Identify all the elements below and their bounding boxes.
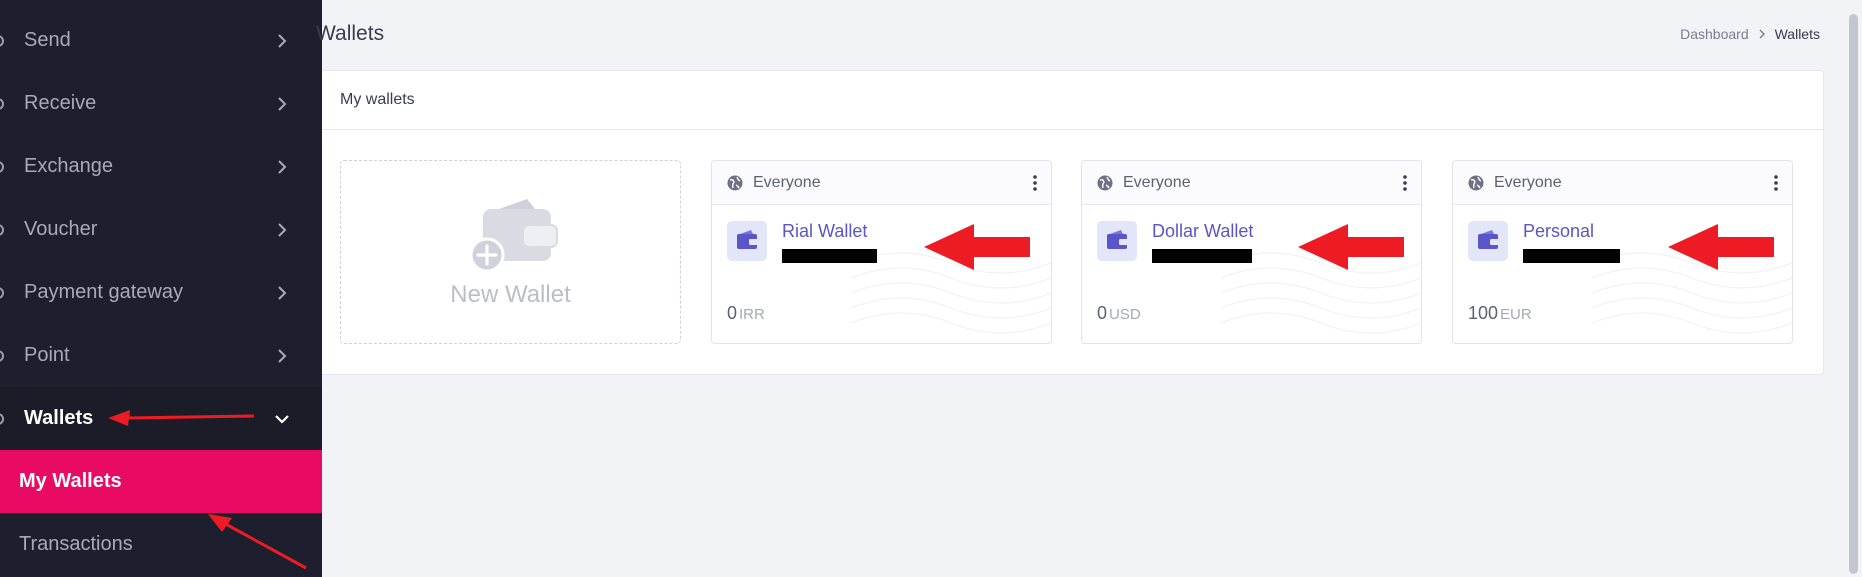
annotation-arrow	[924, 224, 1030, 270]
chevron-right-icon	[278, 222, 287, 237]
new-wallet-button[interactable]: New Wallet	[340, 160, 681, 344]
chevron-down-icon	[275, 414, 289, 424]
annotation-arrow	[1298, 224, 1404, 270]
sidebar-item-label: Voucher	[24, 218, 98, 240]
redacted-wallet-id	[1152, 249, 1252, 263]
point-icon	[0, 349, 4, 362]
chevron-right-icon	[278, 159, 287, 174]
sidebar-item-label: Receive	[24, 92, 97, 114]
sidebar-item-send[interactable]: Send	[0, 9, 322, 72]
wallet-icon	[1097, 221, 1137, 261]
panel-header: My wallets	[322, 71, 1823, 130]
wallet-currency: EUR	[1500, 306, 1532, 323]
wallet-balance: 0 USD	[1097, 303, 1141, 323]
wallet-card-header: Everyone	[1082, 161, 1421, 205]
sidebar-item-label: Point	[24, 344, 70, 366]
more-vertical-icon[interactable]	[1399, 173, 1411, 193]
wallet-balance: 0 IRR	[727, 303, 765, 323]
breadcrumb-dashboard-link[interactable]: Dashboard	[1680, 26, 1749, 42]
receive-icon	[0, 97, 4, 110]
sidebar-item-label: Exchange	[24, 155, 113, 177]
wallet-visibility: Everyone	[753, 174, 821, 191]
redacted-wallet-id	[1523, 249, 1620, 263]
wallet-name-link[interactable]: Rial Wallet	[782, 221, 867, 242]
sidebar: Send Receive Exchange Voucher Payment ga…	[0, 0, 322, 577]
scrollbar-thumb[interactable]	[1849, 14, 1858, 574]
more-vertical-icon[interactable]	[1029, 173, 1041, 193]
globe-icon	[1468, 175, 1484, 191]
sidebar-item-payment-gateway[interactable]: Payment gateway	[0, 261, 322, 324]
wallet-icon	[1468, 221, 1508, 261]
breadcrumb: Dashboard Wallets	[1680, 26, 1820, 42]
annotation-arrow	[208, 514, 307, 570]
wallet-balance: 100 EUR	[1468, 303, 1532, 323]
wallet-card-header: Everyone	[712, 161, 1051, 205]
redacted-wallet-id	[782, 249, 877, 263]
globe-icon	[727, 175, 743, 191]
breadcrumb-current: Wallets	[1774, 26, 1820, 42]
sidebar-subitem-label: My Wallets	[19, 470, 122, 492]
wallet-card-header: Everyone	[1453, 161, 1792, 205]
wallet-currency: USD	[1109, 306, 1141, 323]
chevron-right-icon	[278, 348, 287, 363]
new-wallet-label: New Wallet	[450, 281, 571, 308]
panel-title: My wallets	[340, 91, 415, 108]
annotation-arrow	[108, 410, 255, 426]
wallet-currency: IRR	[739, 306, 765, 323]
globe-icon	[1097, 175, 1113, 191]
chevron-right-icon	[1759, 29, 1765, 39]
chevron-right-icon	[278, 285, 287, 300]
payment-gateway-icon	[0, 286, 4, 299]
annotation-arrow	[1668, 224, 1774, 270]
wallet-visibility: Everyone	[1123, 174, 1191, 191]
page-title: Wallets	[316, 22, 385, 45]
sidebar-item-receive[interactable]: Receive	[0, 72, 322, 135]
chevron-right-icon	[278, 33, 287, 48]
wallet-name-link[interactable]: Dollar Wallet	[1152, 221, 1253, 242]
wallets-icon	[0, 412, 4, 425]
wallet-icon	[727, 221, 767, 261]
sidebar-item-voucher[interactable]: Voucher	[0, 198, 322, 261]
exchange-icon	[0, 160, 4, 173]
sidebar-item-exchange[interactable]: Exchange	[0, 135, 322, 198]
sidebar-subitem-label: Transactions	[19, 533, 133, 555]
voucher-icon	[0, 223, 4, 236]
sidebar-item-label: Payment gateway	[24, 281, 183, 303]
sidebar-item-label: Wallets	[24, 407, 94, 429]
more-vertical-icon[interactable]	[1770, 173, 1782, 193]
scrollbar[interactable]	[1844, 0, 1862, 577]
send-icon	[0, 34, 4, 47]
wallet-name-link[interactable]: Personal	[1523, 221, 1594, 242]
wallet-add-icon	[469, 199, 558, 271]
wallet-visibility: Everyone	[1494, 174, 1562, 191]
sidebar-subitem-my-wallets[interactable]: My Wallets	[0, 450, 322, 513]
chevron-right-icon	[278, 96, 287, 111]
sidebar-item-label: Send	[24, 29, 71, 51]
sidebar-item-point[interactable]: Point	[0, 324, 322, 387]
